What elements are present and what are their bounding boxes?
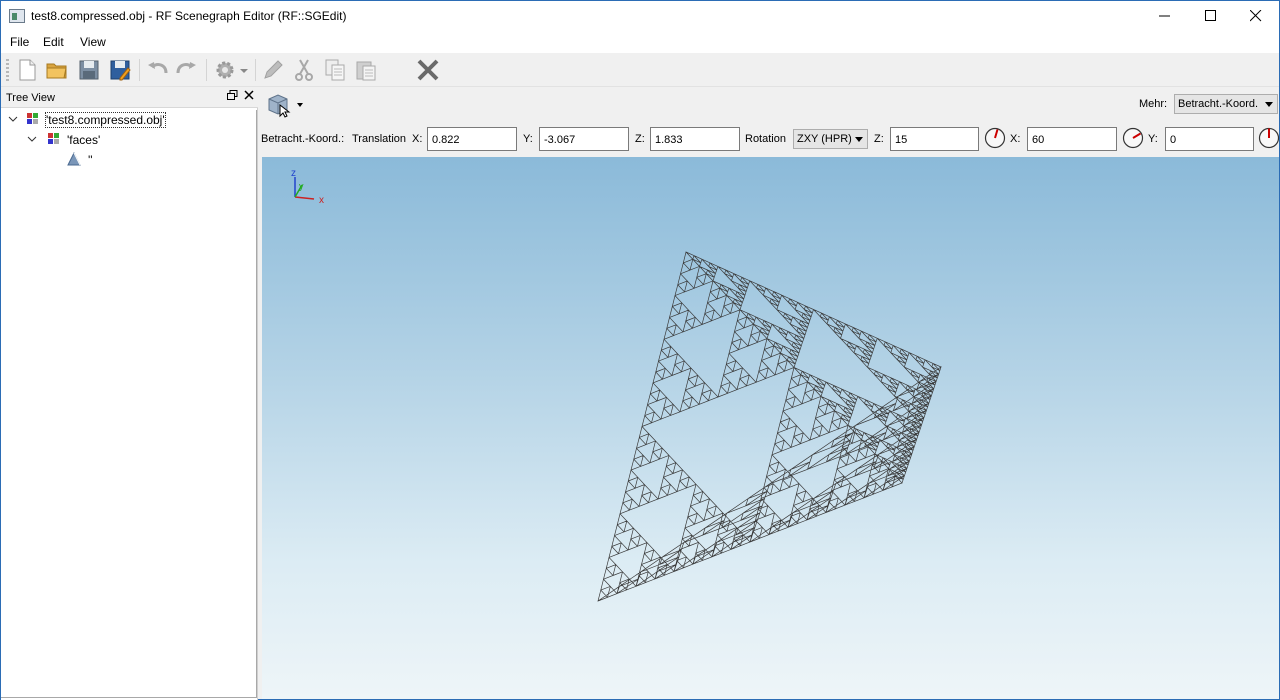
rotation-order-value: ZXY (HPR) xyxy=(797,133,852,145)
toolbar-separator xyxy=(139,59,140,81)
paste-button[interactable] xyxy=(354,58,378,82)
save-as-button[interactable] xyxy=(108,58,132,82)
redo-button[interactable] xyxy=(175,58,199,82)
view-toolbar: Mehr: Betracht.-Koord. xyxy=(259,88,1279,124)
translation-z-input[interactable]: 1.833 xyxy=(650,127,740,151)
chevron-down-icon[interactable] xyxy=(26,133,38,145)
toolbar-separator xyxy=(206,59,207,81)
float-panel-button[interactable] xyxy=(225,90,239,104)
tree-item-root[interactable]: 'test8.compressed.obj' xyxy=(1,110,256,130)
close-icon xyxy=(244,90,254,100)
toolbar-separator xyxy=(255,59,256,81)
main-toolbar xyxy=(1,53,1279,87)
copy-icon xyxy=(325,59,345,81)
rotation-x-label: X: xyxy=(1010,133,1021,145)
menu-view[interactable]: View xyxy=(80,35,106,49)
new-file-button[interactable] xyxy=(15,58,39,82)
tree-item-label: '' xyxy=(88,153,93,167)
save-as-icon xyxy=(110,60,131,81)
title-bar[interactable]: test8.compressed.obj - RF Scenegraph Edi… xyxy=(1,1,1279,31)
restore-icon xyxy=(226,90,237,100)
chevron-down-icon[interactable] xyxy=(7,113,19,125)
rotation-z-dial-icon[interactable] xyxy=(984,127,1006,149)
chevron-down-icon xyxy=(855,137,863,142)
save-icon xyxy=(79,60,99,80)
3d-viewport[interactable]: z x y xyxy=(262,157,1279,699)
minimize-icon xyxy=(1159,15,1170,17)
cube-view-icon xyxy=(268,94,303,118)
view-mode-button[interactable] xyxy=(267,92,305,118)
settings-dropdown-button[interactable] xyxy=(237,58,251,82)
edit-pencil-icon xyxy=(264,60,283,79)
minimize-button[interactable] xyxy=(1142,1,1188,31)
sierpinski-tetrahedron-model[interactable] xyxy=(262,157,1279,699)
settings-button[interactable] xyxy=(213,58,237,82)
maximize-icon xyxy=(1205,10,1216,21)
app-icon xyxy=(9,9,25,23)
menu-file[interactable]: File xyxy=(10,35,29,49)
tree-item-geometry[interactable]: '' xyxy=(1,150,256,170)
rotation-label: Rotation xyxy=(745,133,786,145)
mesh-node-icon xyxy=(67,152,81,166)
tree-item-label: 'test8.compressed.obj' xyxy=(45,112,166,128)
close-icon xyxy=(1250,10,1262,22)
menu-edit[interactable]: Edit xyxy=(43,35,64,49)
rotation-x-dial-icon[interactable] xyxy=(1122,127,1144,149)
chevron-down-icon xyxy=(240,69,248,73)
group-node-icon xyxy=(48,133,59,144)
maximize-button[interactable] xyxy=(1188,1,1234,31)
transform-bar: Betracht.-Koord.: Translation X: 0.822 Y… xyxy=(259,124,1280,154)
translation-x-input[interactable]: 0.822 xyxy=(427,127,517,151)
menu-bar: File Edit View xyxy=(1,31,1279,53)
tree-item-label: 'faces' xyxy=(67,133,101,147)
coord-system-label: Betracht.-Koord.: xyxy=(261,133,345,145)
open-folder-icon xyxy=(46,63,67,79)
edit-button[interactable] xyxy=(261,58,285,82)
mehr-label: Mehr: xyxy=(1139,98,1168,110)
translation-y-label: Y: xyxy=(523,133,533,145)
tree-view[interactable]: 'test8.compressed.obj' 'faces' '' xyxy=(1,110,257,698)
translation-label: Translation xyxy=(352,133,407,145)
chevron-down-icon xyxy=(1265,102,1273,107)
rotation-order-select[interactable]: ZXY (HPR) xyxy=(793,129,868,149)
tree-view-panel: Tree View 'test8.compressed.obj' 'faces' xyxy=(1,88,258,700)
open-button[interactable] xyxy=(45,58,69,82)
new-file-icon xyxy=(19,59,36,81)
close-button[interactable] xyxy=(1233,1,1279,31)
rotation-z-label: Z: xyxy=(874,133,884,145)
tree-view-header: Tree View xyxy=(1,88,258,108)
window-title: test8.compressed.obj - RF Scenegraph Edi… xyxy=(31,9,347,23)
translation-x-label: X: xyxy=(412,133,423,145)
application-window: test8.compressed.obj - RF Scenegraph Edi… xyxy=(0,0,1280,700)
paste-icon xyxy=(356,61,376,81)
undo-button[interactable] xyxy=(145,58,169,82)
cut-button[interactable] xyxy=(292,58,316,82)
settings-gear-icon xyxy=(216,61,234,79)
translation-y-input[interactable]: -3.067 xyxy=(539,127,629,151)
scene-node-icon xyxy=(27,113,38,124)
redo-icon xyxy=(176,62,196,74)
coordinate-system-value: Betracht.-Koord. xyxy=(1178,98,1259,110)
toolbar-grip[interactable] xyxy=(6,59,9,81)
translation-z-label: Z: xyxy=(635,133,645,145)
rotation-y-label: Y: xyxy=(1148,133,1158,145)
tree-item-faces[interactable]: 'faces' xyxy=(1,130,256,150)
rotation-y-input[interactable]: 0 xyxy=(1165,127,1254,151)
rotation-x-input[interactable]: 60 xyxy=(1027,127,1117,151)
rotation-y-dial-icon[interactable] xyxy=(1258,127,1280,149)
delete-button[interactable] xyxy=(416,58,440,82)
coordinate-system-select[interactable]: Betracht.-Koord. xyxy=(1174,94,1278,114)
tree-view-title: Tree View xyxy=(6,92,55,104)
cut-scissors-icon xyxy=(295,59,313,81)
undo-icon xyxy=(148,62,168,74)
delete-x-icon xyxy=(417,59,439,81)
copy-button[interactable] xyxy=(323,58,347,82)
rotation-z-input[interactable]: 15 xyxy=(890,127,979,151)
save-button[interactable] xyxy=(77,58,101,82)
close-panel-button[interactable] xyxy=(242,90,256,104)
fractal-mesh xyxy=(597,251,942,602)
